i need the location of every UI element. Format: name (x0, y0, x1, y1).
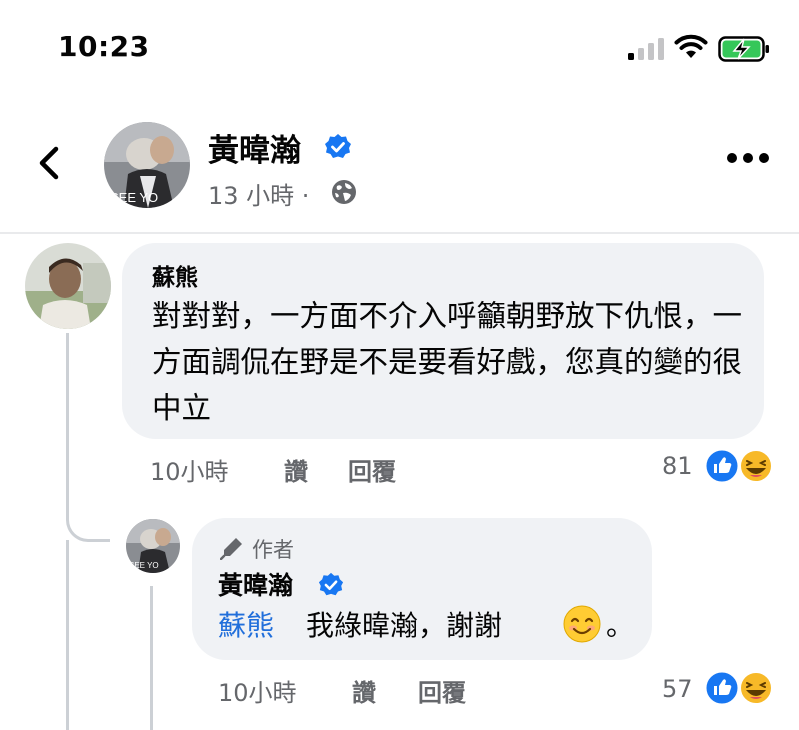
battery-charging-icon (718, 36, 769, 62)
commenter-avatar[interactable] (25, 243, 111, 329)
globe-icon (332, 180, 356, 204)
reply-text: 我綠暐瀚，謝謝 (306, 609, 503, 642)
verified-badge-icon (318, 572, 344, 596)
comment-text: 對對對，一方面不介入呼籲朝野放下仇恨，一方面調侃在野是不是要看好戲，您真的變的很… (152, 299, 743, 425)
thread-line (66, 540, 69, 730)
like-reaction-icon (704, 448, 740, 484)
reaction-count[interactable]: 81 (662, 452, 693, 480)
back-arrow-icon[interactable] (36, 146, 62, 180)
post-author-name[interactable]: 黃暐瀚 (208, 125, 301, 170)
avatar-overlay-text: SEE YO (110, 190, 158, 205)
mention-link[interactable]: 蘇熊 (218, 604, 274, 644)
status-time: 10:23 (58, 30, 150, 63)
reply-end-punct: 。 (606, 609, 635, 642)
avatar-photo: SEE YO (104, 122, 190, 208)
thread-connector (66, 498, 110, 542)
more-options-icon[interactable] (726, 150, 770, 166)
reaction-icons[interactable] (704, 670, 774, 706)
like-reaction-icon (704, 670, 740, 706)
pen-icon (220, 538, 242, 560)
header-divider (0, 232, 799, 234)
smiling-face-emoji (563, 605, 601, 643)
thread-line (66, 333, 69, 508)
avatar-photo: SEE YO (126, 519, 180, 573)
reaction-count[interactable]: 57 (662, 675, 693, 703)
reply-author-avatar[interactable]: SEE YO (126, 519, 180, 573)
author-avatar[interactable]: SEE YO (104, 122, 190, 208)
comment-author-name[interactable]: 蘇熊 (152, 258, 198, 292)
signal-icon (628, 38, 664, 60)
author-badge: 作者 (252, 538, 294, 562)
haha-reaction-icon (739, 671, 773, 705)
comment-timestamp: 10小時 (150, 458, 229, 486)
verified-badge-icon (325, 134, 351, 158)
like-button[interactable]: 讚 (352, 673, 376, 708)
wifi-icon (674, 34, 708, 58)
avatar-overlay-text: SEE YO (129, 561, 159, 570)
reply-button[interactable]: 回覆 (348, 452, 396, 487)
reply-button[interactable]: 回覆 (418, 673, 466, 708)
reply-author-name[interactable]: 黃暐瀚 (218, 566, 293, 602)
reply-thread-line (150, 586, 153, 730)
reaction-icons[interactable] (704, 448, 774, 484)
like-button[interactable]: 讚 (284, 452, 308, 487)
post-timestamp: 13 小時 · (208, 182, 310, 210)
reply-timestamp: 10小時 (218, 679, 297, 707)
haha-reaction-icon (739, 449, 773, 483)
avatar-photo (25, 243, 111, 329)
